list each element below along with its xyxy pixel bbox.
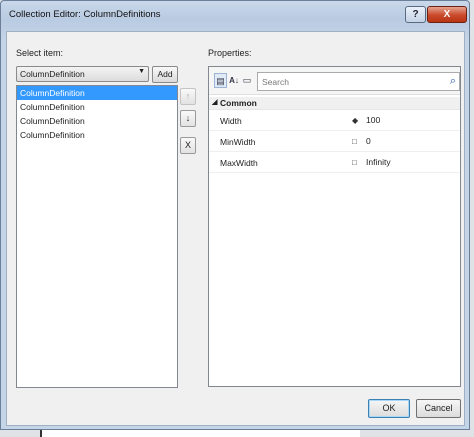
properties-label: Properties: [208, 48, 252, 58]
property-name: MaxWidth [220, 158, 258, 168]
background-window-edge [40, 430, 360, 437]
categorized-view-icon[interactable]: ▤ [214, 73, 227, 88]
search-icon[interactable]: ⌕ [450, 75, 456, 88]
list-item[interactable]: ColumnDefinition [17, 86, 177, 100]
close-button[interactable]: X [427, 6, 467, 23]
move-up-button[interactable]: ↑ [180, 88, 196, 105]
chevron-down-icon: ▼ [138, 68, 145, 75]
property-value[interactable]: 100 [366, 115, 380, 125]
collection-editor-window: Collection Editor: ColumnDefinitions ? X… [0, 0, 470, 430]
property-row-minwidth[interactable]: MinWidth □ 0 [209, 132, 460, 152]
window-title: Collection Editor: ColumnDefinitions [9, 9, 161, 20]
property-value[interactable]: Infinity [366, 157, 391, 167]
select-item-label: Select item: [16, 48, 64, 58]
list-item[interactable]: ColumnDefinition [17, 128, 177, 142]
ok-button[interactable]: OK [368, 399, 410, 418]
arrow-down-icon: ↓ [185, 113, 191, 123]
property-value[interactable]: 0 [366, 136, 371, 146]
property-row-maxwidth[interactable]: MaxWidth □ Infinity [209, 153, 460, 173]
property-marker-icon[interactable]: □ [352, 137, 357, 146]
arrow-up-icon: ↑ [185, 91, 191, 101]
items-listbox[interactable]: ColumnDefinition ColumnDefinition Column… [16, 85, 178, 388]
property-name: Width [220, 116, 242, 126]
item-type-combobox[interactable]: ColumnDefinition ▼ [16, 66, 149, 82]
collapse-triangle-icon[interactable]: ◢ [212, 98, 217, 106]
remove-icon: X [184, 140, 191, 150]
property-marker-icon[interactable]: □ [352, 158, 357, 167]
property-toolbar: ▤ A↓ ▭ Search ⌕ [209, 67, 460, 95]
property-name: MinWidth [220, 137, 256, 147]
category-common[interactable]: ◢ Common [209, 97, 460, 110]
search-input[interactable]: Search ⌕ [257, 72, 460, 91]
property-row-width[interactable]: Width ◆ 100 [209, 111, 460, 131]
list-item[interactable]: ColumnDefinition [17, 114, 177, 128]
cancel-button[interactable]: Cancel [416, 399, 461, 418]
title-bar[interactable]: Collection Editor: ColumnDefinitions ? X [1, 1, 469, 31]
help-button[interactable]: ? [405, 6, 426, 23]
events-view-icon[interactable]: ▭ [241, 73, 253, 88]
remove-item-button[interactable]: X [180, 137, 196, 154]
property-grid: ▤ A↓ ▭ Search ⌕ ◢ Common Width ◆ 100 Min… [208, 66, 461, 387]
search-placeholder: Search [262, 77, 289, 87]
move-down-button[interactable]: ↓ [180, 110, 196, 127]
category-label: Common [220, 98, 257, 108]
list-item[interactable]: ColumnDefinition [17, 100, 177, 114]
dialog-client-area: Select item: ColumnDefinition ▼ Add Colu… [6, 31, 465, 426]
item-type-value: ColumnDefinition [20, 69, 85, 79]
add-button[interactable]: Add [152, 66, 178, 83]
alphabetical-sort-icon[interactable]: A↓ [228, 73, 240, 88]
property-marker-icon[interactable]: ◆ [352, 116, 358, 125]
